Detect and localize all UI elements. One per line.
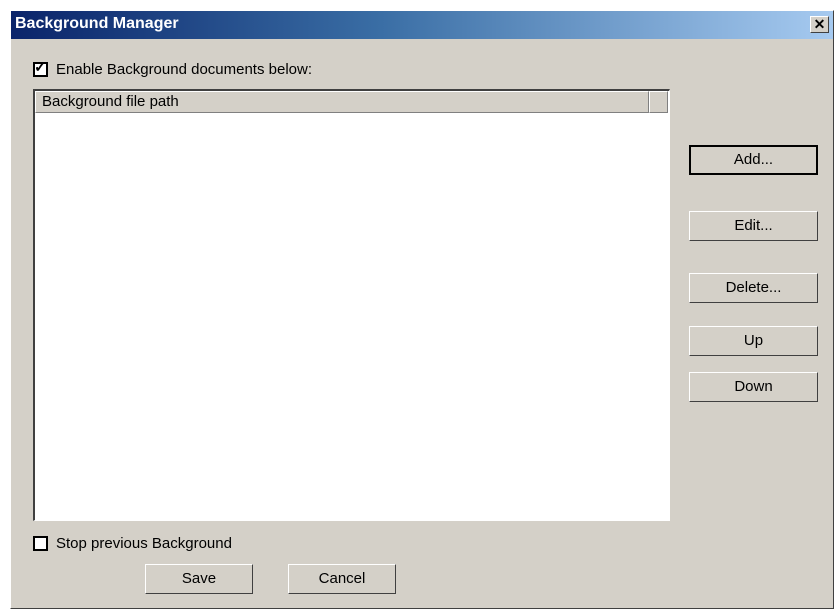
enable-background-checkbox[interactable]: ✓ (33, 59, 48, 77)
add-button[interactable]: Add... (689, 145, 818, 175)
close-icon: ✕ (813, 16, 826, 32)
cancel-button[interactable]: Cancel (288, 564, 396, 594)
enable-background-label[interactable]: Enable Background documents below: (56, 61, 312, 78)
list-header: Background file path (35, 91, 668, 113)
stop-previous-checkbox[interactable] (33, 536, 48, 551)
up-button[interactable]: Up (689, 326, 818, 356)
delete-button[interactable]: Delete... (689, 273, 818, 303)
check-icon: ✓ (34, 59, 47, 76)
column-header-background-file-path[interactable]: Background file path (35, 91, 649, 113)
background-manager-dialog: Background Manager ✕ ✓ Enable Background… (10, 10, 834, 609)
stop-previous-row: Stop previous Background (33, 535, 232, 552)
close-button[interactable]: ✕ (810, 16, 829, 33)
title-bar: Background Manager ✕ (11, 11, 833, 39)
stop-previous-label[interactable]: Stop previous Background (56, 535, 232, 552)
save-button[interactable]: Save (145, 564, 253, 594)
edit-button[interactable]: Edit... (689, 211, 818, 241)
background-file-list[interactable]: Background file path (33, 89, 670, 521)
down-button[interactable]: Down (689, 372, 818, 402)
enable-background-row: ✓ Enable Background documents below: (33, 59, 312, 78)
window-title: Background Manager (15, 15, 179, 32)
column-header-filler (649, 91, 668, 113)
